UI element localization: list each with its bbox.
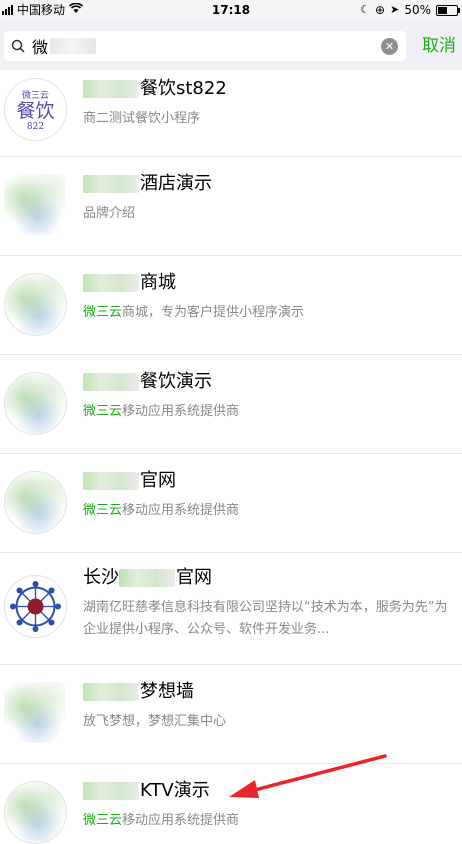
item-subtitle: 湖南亿旺慈孝信息科技有限公司坚持以“技术为本，服务为先”为企业提供小程序、公众号… [83,600,448,637]
redacted-name [119,569,175,587]
item-title: 长沙 官网 [83,567,212,588]
network-logo-icon [10,581,61,632]
redacted-name [83,782,139,800]
list-item[interactable]: 餐饮演示 微三云移动应用系统提供商 [0,355,462,454]
item-subtitle: 微三云商城，专为客户提供小程序演示 [83,305,305,320]
list-item[interactable]: 微三云 餐饮 822 餐饮st822 商二测试餐饮小程序 [0,70,462,157]
list-item[interactable]: 梦想墙 放飞梦想，梦想汇集中心 [0,665,462,764]
status-right: ☾ ⊕ ➤ 50% [360,0,460,20]
redacted-name [83,80,139,98]
search-input[interactable]: 微 ✕ [4,31,406,61]
list-item[interactable]: 官网 微三云移动应用系统提供商 [0,454,462,553]
item-subtitle: 微三云移动应用系统提供商 [83,813,240,828]
item-title: 酒店演示 [83,173,212,195]
clear-icon[interactable]: ✕ [381,38,398,55]
search-results-list: 微三云 餐饮 822 餐饮st822 商二测试餐饮小程序 酒店演示 品牌介绍 商… [0,70,462,844]
item-title: 餐饮st822 [83,78,227,100]
avatar [4,273,67,336]
status-bar: 中国移动 17:18 ☾ ⊕ ➤ 50% [0,0,462,20]
item-title: 官网 [83,470,176,492]
annotation-arrow-icon [229,754,387,798]
battery-fill [438,6,447,14]
moon-icon: ☾ [360,3,371,16]
redacted-name [83,472,139,490]
avatar: 微三云 餐饮 822 [4,78,67,141]
item-subtitle: 品牌介绍 [83,206,136,221]
avatar [4,471,67,534]
avatar [4,174,65,235]
list-item[interactable]: 长沙 官网 湖南亿旺慈孝信息科技有限公司坚持以“技术为本，服务为先”为企业提供小程… [0,553,462,665]
item-title: 餐饮演示 [83,371,212,393]
redacted-name [83,274,139,292]
search-bar: 微 ✕ 取消 [0,20,462,70]
redacted-name [83,175,139,193]
item-subtitle: 微三云移动应用系统提供商 [83,404,240,419]
item-subtitle: 商二测试餐饮小程序 [83,111,201,126]
cancel-button[interactable]: 取消 [418,33,460,59]
search-query: 微 [32,38,49,57]
battery-icon [436,4,460,16]
item-title: KTV演示 [83,780,210,802]
item-title: 梦想墙 [83,681,194,703]
item-title: 商城 [83,272,176,294]
rotation-lock-icon: ⊕ [375,3,386,17]
redacted-name [83,373,139,391]
avatar-logo: 微三云 餐饮 822 [16,91,55,132]
avatar [4,575,67,638]
location-icon: ➤ [390,3,400,16]
list-item[interactable]: 商城 微三云商城，专为客户提供小程序演示 [0,256,462,355]
avatar [4,781,67,844]
avatar [4,682,65,743]
avatar [4,372,67,435]
item-subtitle: 放飞梦想，梦想汇集中心 [83,714,227,729]
redacted-query [50,38,97,54]
battery-percent: 50% [404,3,431,17]
list-item[interactable]: 酒店演示 品牌介绍 [0,157,462,256]
search-icon [6,34,30,58]
redacted-name [83,683,139,701]
item-subtitle: 微三云移动应用系统提供商 [83,503,240,518]
